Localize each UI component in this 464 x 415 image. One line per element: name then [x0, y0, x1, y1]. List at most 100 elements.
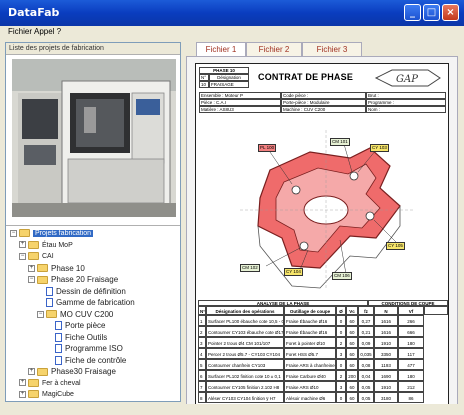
table-cell: 0,04 [358, 370, 374, 381]
tree-node[interactable]: Fiche de contrôle [46, 356, 126, 365]
info-cell: Nom : [366, 106, 446, 113]
table-cell: Contourner CY105 finition 2.102 H8 [206, 381, 284, 392]
expand-icon[interactable]: + [28, 264, 35, 272]
table-cell: 2 [336, 337, 346, 348]
tree-node-label: Dessin de définition [56, 286, 126, 296]
callout-cm-101: CM 101 [330, 138, 350, 146]
table-cell: 0 [336, 359, 346, 370]
tree-node[interactable]: − Projets fabrication [10, 229, 94, 238]
table-cell: 1616 [374, 315, 398, 326]
tree-node[interactable]: Gamme de fabrication [37, 298, 135, 308]
expand-icon[interactable]: + [19, 379, 26, 387]
tree-node-label: Gamme de fabrication [56, 298, 135, 307]
table-cell: Foret à pointer Ø10 [284, 337, 336, 348]
collapse-icon[interactable]: − [19, 252, 26, 260]
table-cell: 180 [398, 370, 424, 381]
table-header-cell: N° [198, 306, 206, 315]
document-icon [46, 298, 53, 308]
table-cell: 60 [346, 359, 358, 370]
menu-appel[interactable]: Appel ? [34, 27, 61, 36]
gap-logo: GAP [372, 67, 444, 89]
collapse-icon[interactable]: − [28, 276, 35, 284]
info-cell: Ensemble : Moteur P [199, 92, 281, 99]
table-cell: Fraise ARS à chanfreiner [284, 359, 336, 370]
table-cell: Fraise ARS Ø10 [284, 381, 336, 392]
expand-icon[interactable]: + [19, 241, 26, 249]
tree-node[interactable]: Porte pièce [46, 321, 105, 331]
tree-node[interactable]: + MagiCube [19, 390, 74, 399]
table-cell: 0,09 [358, 337, 374, 348]
tab-fichier-2[interactable]: Fichier 2 [246, 42, 302, 56]
maximize-button[interactable]: □ [423, 4, 440, 21]
phase-name: FRAISAGE [209, 81, 249, 88]
tree-node[interactable]: + Phase30 Fraisage [28, 367, 116, 376]
project-tree: − Projets fabrication + Étau MoP − CAI + Phase … [6, 229, 180, 399]
table-cell: 0,08 [358, 359, 374, 370]
machine-illustration [12, 59, 176, 217]
table-cell: 200 [346, 370, 358, 381]
table-cell: 0 [336, 392, 346, 403]
machine-photo [12, 59, 176, 217]
table-cell: Percer 2 trous Ø5.7 - CY103 CY104 [206, 348, 284, 359]
tree-node[interactable]: + Étau MoP [19, 240, 73, 250]
table-cell: 1193 [374, 359, 398, 370]
table-cell: 60 [346, 326, 358, 337]
table-cell: 2 [198, 326, 206, 337]
document-icon [55, 355, 62, 365]
table-header-cell: Vf [398, 306, 424, 315]
document-icon [55, 344, 62, 354]
tree-node[interactable]: − CAI [19, 252, 54, 261]
table-cell: Contourner CY103 ébauche cote Ø17.7 [206, 326, 284, 337]
tree-node[interactable]: + Phase 10 [28, 264, 85, 273]
table-cell: 0 [336, 315, 346, 326]
folder-icon [28, 252, 39, 261]
tree-node[interactable]: Fiche Outils [46, 333, 107, 342]
table-cell: 86 [398, 392, 424, 403]
menu-fichier[interactable]: Fichier [8, 27, 32, 36]
info-cell: Pièce : C.A.I [199, 99, 281, 106]
tree-node-label: Fiche Outils [65, 332, 108, 342]
callout-cy-105: CY 105 [386, 242, 405, 250]
tree-node-label: MagiCube [42, 391, 74, 398]
tree-node[interactable]: Dessin de définition [37, 287, 126, 296]
tree-node-label: MO CUV C200 [60, 309, 114, 319]
minimize-button[interactable]: _ [404, 4, 421, 21]
sheet-title: CONTRAT DE PHASE [258, 72, 354, 82]
logo-text: GAP [396, 74, 418, 85]
analysis-table: ANALYSE DE LA PHASE CONDITIONS DE COUPE N°… [196, 300, 450, 406]
document-icon [55, 321, 62, 331]
table-header-cell: Vc [346, 306, 358, 315]
table-cell: 0,21 [358, 326, 374, 337]
tab-fichier-1[interactable]: Fichier 1 [196, 42, 246, 57]
expand-icon[interactable]: + [28, 368, 35, 376]
tree-node-label: Programme ISO [65, 344, 123, 353]
tree-node-label: Fer à cheval [42, 379, 81, 387]
document-icon [46, 286, 53, 296]
table-cell: 1690 [374, 370, 398, 381]
table-cell: Aléser CY103 CY104 finition ÿ H7 [206, 392, 284, 403]
tree-node-label: Fiche de contrôle [65, 355, 127, 365]
document-icon [55, 332, 62, 342]
col-designation-header: Désignation [209, 74, 249, 81]
tree-node[interactable]: Programme ISO [46, 344, 123, 354]
table-cell: Foret HSS Ø5.7 [284, 348, 336, 359]
table-header-cell: Ø [336, 306, 346, 315]
col-n-header: N° [199, 74, 209, 81]
tree-node[interactable]: − MO CUV C200 [37, 310, 113, 319]
tree-node[interactable]: − Phase 20 Fraisage [28, 275, 118, 284]
collapse-icon[interactable]: − [10, 229, 17, 237]
table-cell: 6 [198, 370, 206, 381]
info-cell: Matière : AS8U3 [199, 106, 281, 113]
table-cell: 0,05 [358, 392, 374, 403]
expand-icon[interactable]: + [19, 390, 26, 398]
project-panel: Liste des projets de fabrication − Projet… [5, 42, 181, 402]
close-button[interactable]: × [442, 4, 459, 21]
table-cell: 5 [198, 359, 206, 370]
tree-node[interactable]: + Fer à cheval [19, 378, 81, 388]
callout-cm-102: CM 102 [240, 264, 260, 272]
table-cell: Surfacer PL102 finition cote 10 ± 0,1 [206, 370, 284, 381]
status-bar [0, 404, 464, 415]
tab-fichier-3[interactable]: Fichier 3 [302, 42, 362, 56]
table-cell: 3 [198, 337, 206, 348]
collapse-icon[interactable]: − [37, 310, 44, 318]
